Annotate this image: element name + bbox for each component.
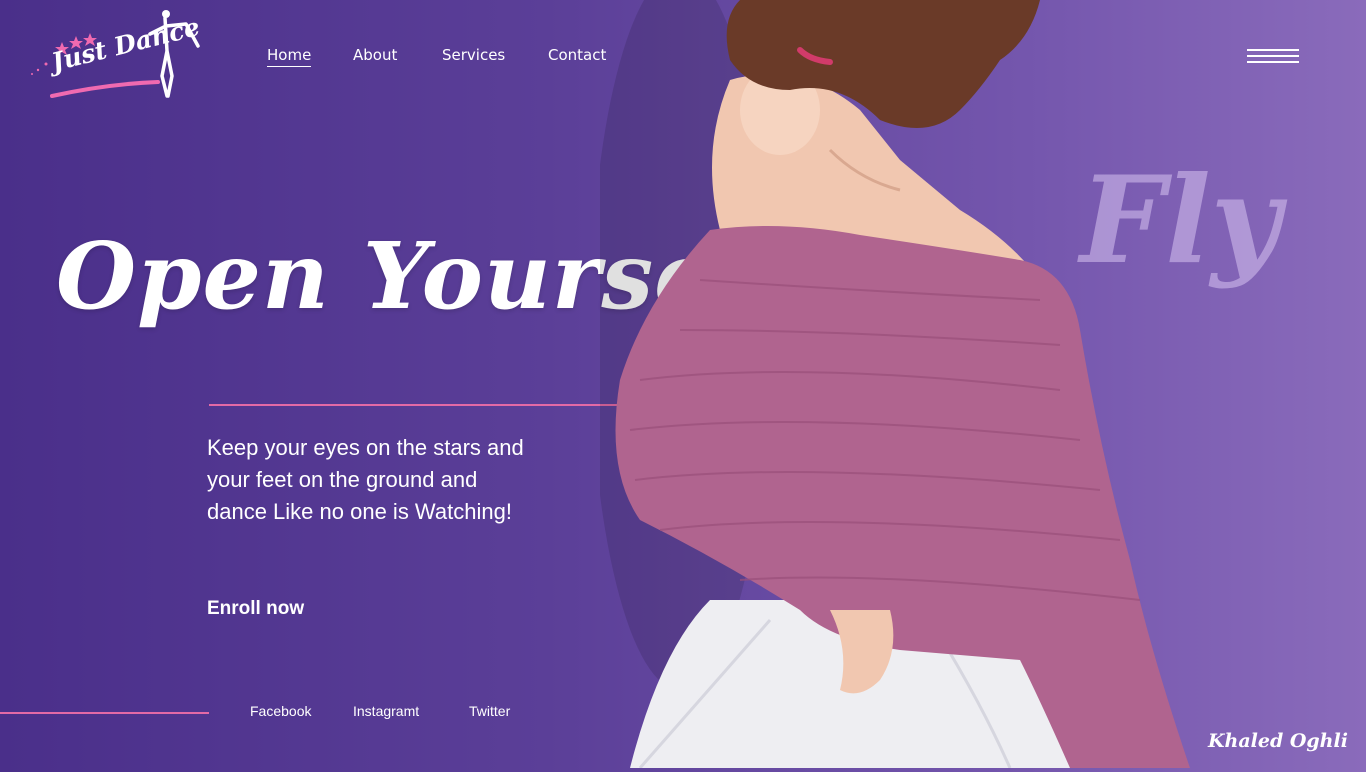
nav-home[interactable]: Home <box>267 46 312 67</box>
nav-services[interactable]: Services <box>442 46 505 64</box>
pink-divider <box>209 404 629 406</box>
hero-tagline: Keep your eyes on the stars and your fee… <box>207 435 524 524</box>
nav-contact[interactable]: Contact <box>548 46 606 64</box>
enroll-now-button[interactable]: Enroll now <box>207 598 304 620</box>
footer-divider <box>0 712 209 714</box>
hamburger-menu-icon[interactable] <box>1247 49 1299 69</box>
hero-dancer-image <box>590 0 1200 769</box>
author-signature: Khaled Oghli <box>1208 730 1348 752</box>
nav-about[interactable]: About <box>353 46 397 64</box>
social-twitter-link[interactable]: Twitter <box>469 703 510 719</box>
social-instagram-link[interactable]: Instagramt <box>353 703 419 719</box>
brand-logo[interactable]: Just Dance <box>26 6 206 106</box>
social-facebook-link[interactable]: Facebook <box>250 703 311 719</box>
accent-word-fly: Fly <box>1080 150 1281 291</box>
